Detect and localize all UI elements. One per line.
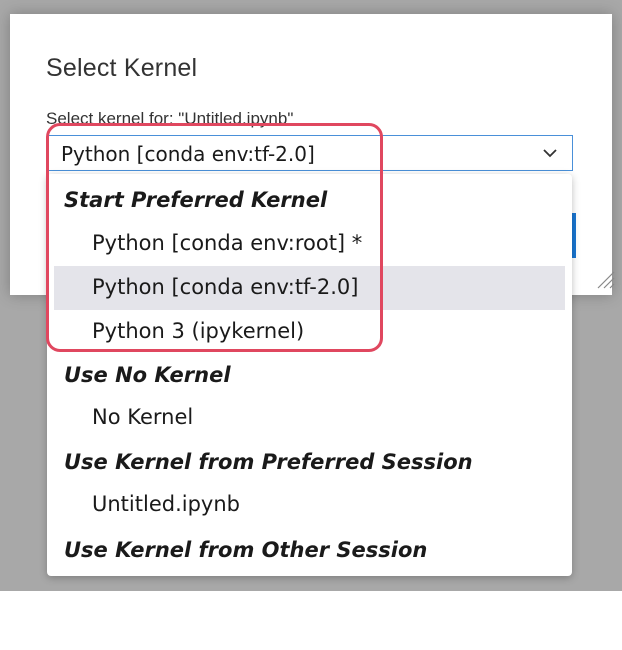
group-header-use-kernel-from-preferred-session: Use Kernel from Preferred Session [64,450,473,474]
option-python-conda-tf-2-0[interactable]: Python [conda env:tf-2.0] [54,266,565,310]
group-header-start-preferred-kernel: Start Preferred Kernel [64,188,328,212]
option-python-conda-root[interactable]: Python [conda env:root] * [54,222,565,266]
group-header-use-kernel-from-other-session: Use Kernel from Other Session [64,538,428,562]
kernel-dropdown-list: Start Preferred Kernel Python [conda env… [47,174,572,576]
option-python-3-ipykernel[interactable]: Python 3 (ipykernel) [54,310,565,354]
kernel-select-label: Select kernel for: "Untitled.ipynb" [46,109,294,128]
chevron-down-icon[interactable] [542,145,558,161]
kernel-select[interactable]: Python [conda env:tf-2.0] [47,135,573,171]
option-no-kernel[interactable]: No Kernel [54,396,565,440]
option-untitled-ipynb[interactable]: Untitled.ipynb [54,483,565,527]
resize-grip-icon[interactable] [594,268,616,290]
dialog-title: Select Kernel [46,54,198,82]
group-header-use-no-kernel: Use No Kernel [64,363,231,387]
option-label: Untitled.ipynb [92,492,240,516]
option-label: Python [conda env:tf-2.0] [92,275,359,299]
option-label: Python 3 (ipykernel) [92,319,305,343]
option-label: Python [conda env:root] * [92,231,363,255]
option-label: No Kernel [92,405,194,429]
kernel-select-value: Python [conda env:tf-2.0] [61,142,315,166]
